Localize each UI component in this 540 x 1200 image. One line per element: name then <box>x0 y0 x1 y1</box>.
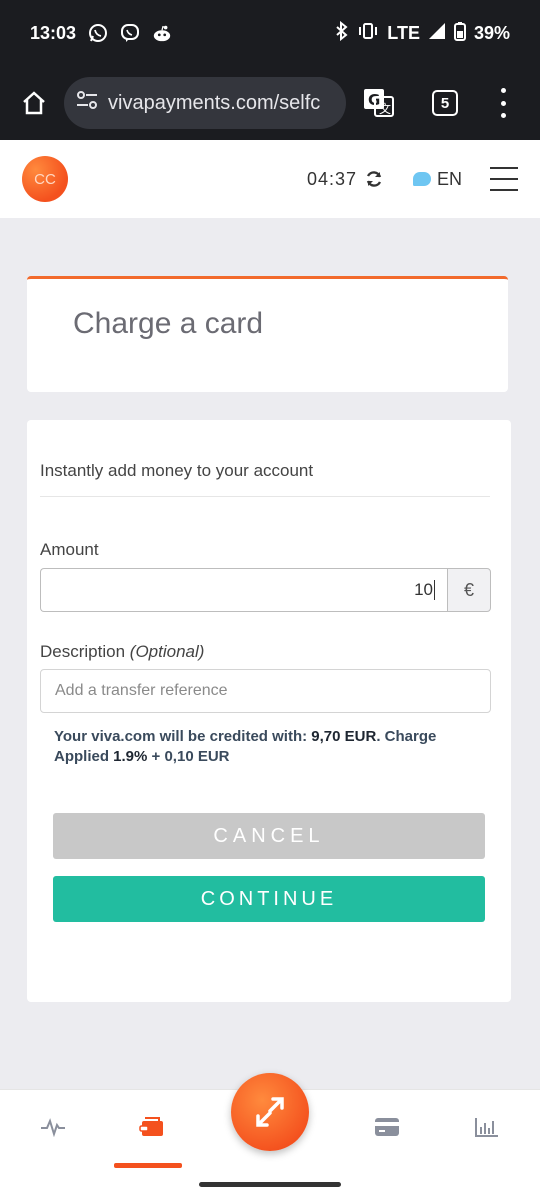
page-title-card: Charge a card <box>27 276 508 392</box>
avatar[interactable]: CC <box>22 156 68 202</box>
session-timer-value: 04:37 <box>306 168 357 189</box>
text-caret <box>434 580 435 600</box>
page-title: Charge a card <box>73 307 264 340</box>
bluetooth-icon <box>335 20 349 46</box>
card-icon[interactable] <box>367 1110 407 1144</box>
home-icon <box>23 91 45 115</box>
home-button[interactable] <box>14 83 54 123</box>
more-menu-icon[interactable] <box>498 88 508 118</box>
hamburger-menu-icon[interactable] <box>490 167 518 191</box>
browser-toolbar: vivapayments.com/selfc G文 5 <box>0 66 540 140</box>
amount-label: Amount <box>40 540 99 559</box>
status-time: 13:03 <box>30 22 77 43</box>
language-selector[interactable]: EN <box>412 168 462 190</box>
description-input[interactable]: Add a transfer reference <box>40 669 491 713</box>
description-label-text: Description <box>40 642 126 661</box>
description-placeholder: Add a transfer reference <box>55 682 228 699</box>
description-optional-text: (Optional) <box>129 642 205 661</box>
battery-icon <box>453 21 466 46</box>
url-bar[interactable]: vivapayments.com/selfc <box>64 77 346 129</box>
language-label: EN <box>436 168 462 189</box>
amount-value: 10 <box>414 580 433 599</box>
status-bar: 13:03 LTE 39% <box>0 0 540 66</box>
session-timer[interactable]: 04:37 <box>307 169 383 190</box>
active-tab-indicator <box>114 1163 182 1168</box>
charge-fixed: + 0,10 EUR <box>147 748 230 765</box>
translate-button[interactable]: G文 <box>362 86 396 120</box>
app-header: CC 04:37 EN <box>0 140 540 218</box>
url-text: vivapayments.com/selfc <box>108 91 321 114</box>
translate-icon: G文 <box>364 89 394 117</box>
vibrate-icon <box>357 22 379 45</box>
network-type: LTE <box>387 22 420 43</box>
refresh-icon[interactable] <box>365 170 383 188</box>
signal-icon <box>428 22 446 45</box>
transfer-button[interactable] <box>231 1073 309 1151</box>
wallet-icon[interactable] <box>132 1110 172 1144</box>
activity-icon[interactable] <box>33 1110 73 1144</box>
credit-amount: 9,70 EUR <box>311 728 377 745</box>
whatsapp-icon <box>88 23 108 43</box>
divider <box>40 496 490 497</box>
gesture-handle <box>199 1182 341 1187</box>
reports-icon[interactable] <box>467 1110 507 1144</box>
site-settings-icon[interactable] <box>76 90 98 116</box>
viber-icon <box>120 23 140 43</box>
svg-text:文: 文 <box>379 101 391 116</box>
amount-field-group: 10 € <box>40 568 491 612</box>
amount-input[interactable]: 10 <box>40 568 447 612</box>
charge-form: Instantly add money to your account Amou… <box>27 420 511 1002</box>
transfer-icon <box>256 1097 284 1127</box>
chat-bubble-icon <box>412 172 431 186</box>
description-label: Description (Optional) <box>40 642 204 662</box>
cancel-button[interactable]: CANCEL <box>53 813 485 859</box>
credit-prefix: Your viva.com will be credited with: <box>54 728 312 745</box>
credit-note: Your viva.com will be credited with: 9,7… <box>54 727 474 767</box>
battery-percent: 39% <box>473 22 510 43</box>
tabs-button[interactable]: 5 <box>432 90 458 116</box>
continue-button[interactable]: CONTINUE <box>53 876 485 922</box>
currency-addon: € <box>447 568 491 612</box>
form-subtitle: Instantly add money to your account <box>40 461 314 480</box>
reddit-icon <box>152 23 172 43</box>
charge-rate: 1.9% <box>113 748 148 765</box>
